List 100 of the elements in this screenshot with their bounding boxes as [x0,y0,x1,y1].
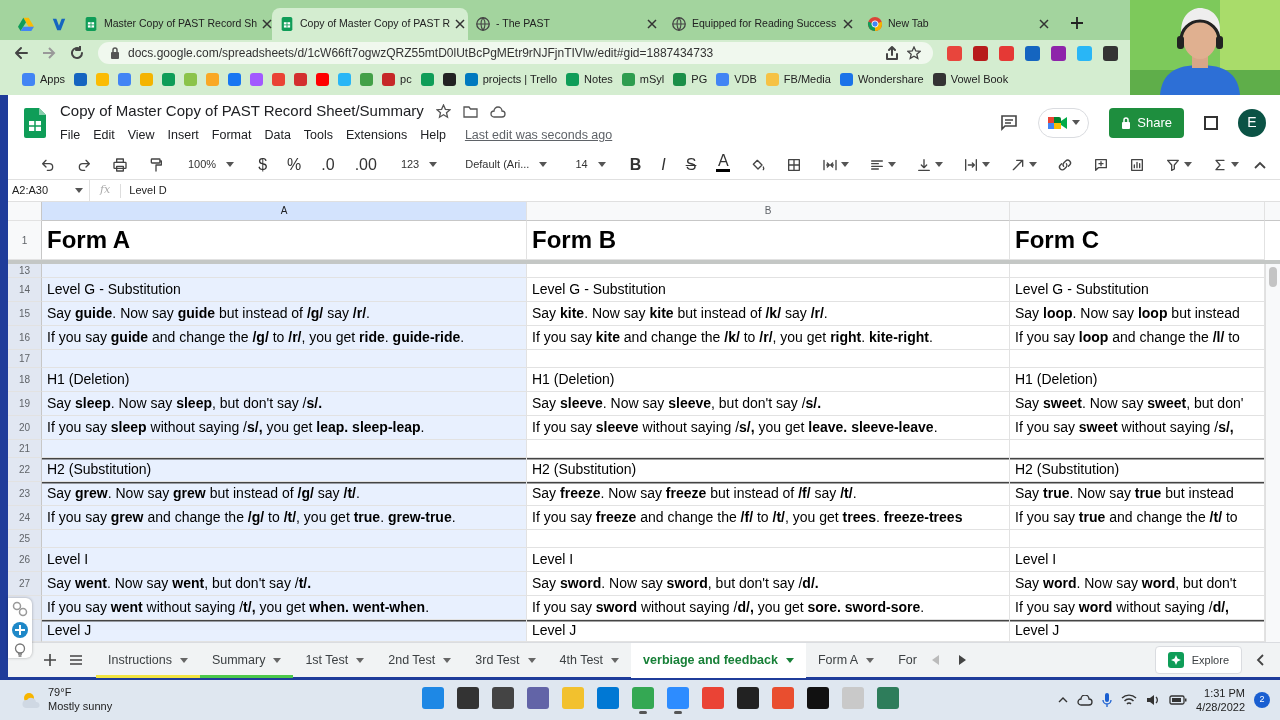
scrollbar[interactable] [1265,264,1280,642]
video-call-button[interactable] [1038,107,1090,138]
account-avatar[interactable]: E [1238,108,1266,137]
wifi-icon[interactable] [1121,694,1138,706]
text-color-button[interactable]: A [712,152,735,177]
menu-item[interactable]: Tools [303,125,334,145]
microphone-icon[interactable] [1102,693,1113,707]
sheet-tab[interactable]: 4th Test [547,642,632,678]
bookmark[interactable]: mSyl [621,71,665,88]
lightbulb-icon[interactable] [14,643,26,657]
speaker-icon[interactable] [1146,694,1161,706]
close-icon[interactable] [843,19,853,29]
app-icon[interactable] [457,686,480,709]
format-button[interactable]: $ [254,152,272,177]
reload-icon[interactable] [70,46,84,60]
sheet-tab[interactable]: Form A [805,642,887,678]
scrollbar-thumb[interactable] [1269,267,1277,287]
caret-up-icon[interactable] [1058,697,1069,703]
browser-tab[interactable]: - The PAST [468,8,664,40]
app-icon[interactable] [492,686,515,709]
menu-item[interactable]: Help [420,125,446,145]
dropdown-button[interactable]: 100% [180,152,243,177]
sheet-tab[interactable]: verbiage and feedback [631,642,806,678]
app-icon[interactable] [807,686,830,709]
extension-icon[interactable] [973,45,988,61]
extension-icon[interactable] [1025,45,1040,61]
strikethrough-button[interactable]: S [681,152,701,177]
browser-tab[interactable]: Copy of Master Copy of PAST R [272,8,468,40]
dropdown-button[interactable]: 14 [567,152,614,177]
folder-icon[interactable] [462,105,478,119]
menu-item[interactable]: Data [264,125,291,145]
bookmark-icon[interactable] [442,73,456,86]
column-header[interactable]: B [527,202,1010,221]
share-button[interactable]: Share [1109,107,1184,138]
plus-icon[interactable] [44,654,56,666]
bookmark[interactable]: FB/Media [765,71,831,88]
format-button[interactable]: .00 [350,152,381,177]
sheet-tab[interactable]: For [886,642,920,678]
extension-icon[interactable] [1051,45,1066,61]
sheet-tab[interactable]: Summary [199,642,294,678]
battery-icon[interactable] [1169,695,1188,705]
bookmark[interactable]: Vowel Book [932,71,1009,88]
menu-item[interactable]: Format [211,125,252,145]
menu-item[interactable]: Insert [167,125,199,145]
name-box[interactable]: A2:A30 [8,180,90,201]
scroll-right-icon[interactable] [958,655,966,665]
circles-icon[interactable] [12,601,28,617]
app-icon[interactable] [737,686,760,709]
italic-button[interactable]: I [657,152,670,177]
sheet-tab[interactable]: 3rd Test [463,642,548,678]
document-title[interactable]: Copy of Master Copy of PAST Record Sheet/Summary [60,100,424,123]
plus-circle-icon[interactable] [11,621,29,639]
menu-item[interactable]: View [127,125,155,145]
browser-tab[interactable]: Master Copy of PAST Record Sh [76,8,272,40]
bookmark[interactable]: PG [673,71,708,88]
explore-button[interactable]: Explore [1154,646,1242,674]
star-icon[interactable] [907,46,921,60]
bookmark[interactable]: Notes [566,71,613,88]
star-icon[interactable] [435,104,451,120]
notification-badge[interactable]: 2 [1254,692,1270,708]
menu-item[interactable]: Edit [93,125,115,145]
bookmark[interactable]: VDB [716,71,757,88]
bookmark[interactable]: projects | Trello [464,71,558,88]
browser-tab[interactable]: New Tab [860,8,1056,40]
collapse-icon[interactable] [1254,160,1266,169]
format-button[interactable]: .0 [317,152,339,177]
clock-time[interactable]: 1:31 PM [1196,685,1245,700]
close-icon[interactable] [647,19,657,29]
last-edit-link[interactable]: Last edit was seconds ago [464,125,613,145]
new-tab-icon[interactable] [1070,16,1084,30]
close-icon[interactable] [1039,19,1049,29]
dropdown-button[interactable]: 123 [392,152,446,177]
format-button[interactable]: % [283,152,306,177]
formula-text[interactable]: Level D [129,182,167,199]
cloud-icon[interactable] [1077,694,1094,706]
bookmark[interactable]: pc [382,71,412,88]
square-icon[interactable] [1204,115,1218,130]
back-arrow-icon[interactable] [14,46,28,60]
cloud-icon[interactable] [489,105,506,118]
clock-date[interactable]: 4/28/2022 [1196,700,1245,715]
list-icon[interactable] [70,655,82,665]
bookmark[interactable]: Wondershare [839,71,924,88]
close-icon[interactable] [455,19,466,29]
spreadsheet-logo-icon[interactable] [24,107,46,138]
menu-item[interactable]: Extensions [346,125,408,145]
column-header[interactable]: A [42,202,527,221]
bold-button[interactable]: B [625,152,646,177]
menu-item[interactable]: File [60,125,81,145]
close-icon[interactable] [262,19,273,29]
sheet-tab[interactable]: 2nd Test [376,642,464,678]
chevron-left-icon[interactable] [1256,654,1264,666]
dropdown-button[interactable]: Default (Ari... [457,152,556,177]
share-icon[interactable] [885,46,899,60]
browser-tab[interactable]: Equipped for Reading Success [664,8,860,40]
address-field[interactable]: docs.google.com/spreadsheets/d/1cW66ft7ogwzQRZ55mtD0lUtBcPgMEtr9rNJFjnTIVlw/edit#gid=1887434733 [98,42,933,64]
sheet-tab[interactable]: 1st Test [293,642,377,678]
bookmark[interactable]: Apps [22,71,66,88]
extension-icon[interactable] [1103,45,1118,61]
comment-icon[interactable] [1000,113,1019,132]
sheet-tab[interactable]: Instructions [96,642,200,678]
